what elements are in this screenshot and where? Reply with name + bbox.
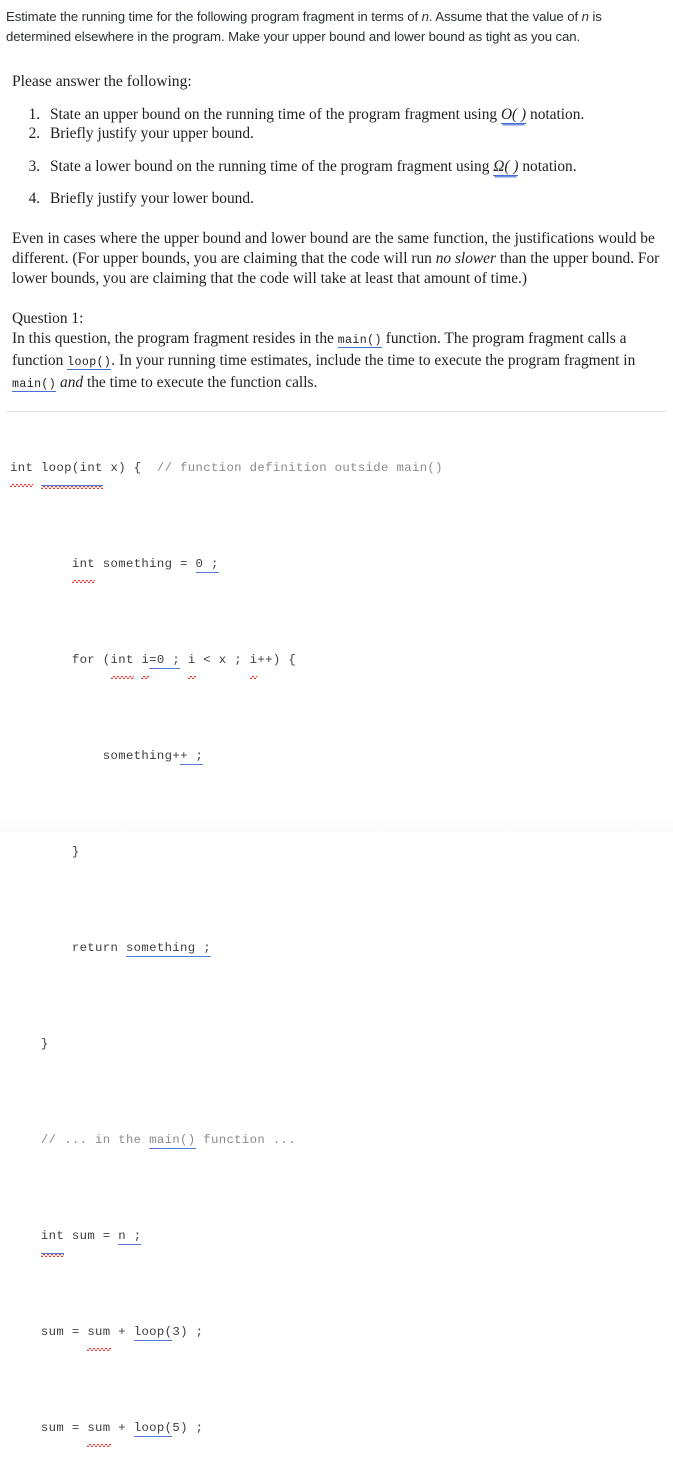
code-indent-2 [10, 557, 72, 571]
code-plus-2: + [110, 1420, 134, 1435]
code-keyword-int-4: int [40, 1220, 65, 1257]
code-call-loop-3: loop( [133, 1324, 173, 1341]
code-indent-5 [10, 845, 72, 859]
code-space-3 [134, 653, 142, 667]
code-indent-7 [10, 1037, 41, 1051]
code-something-incr-end: + ; [180, 748, 204, 765]
code-line-7: } [10, 1028, 673, 1060]
inline-code-main-2: main() [12, 377, 57, 392]
code-line-9: int sum = n ; [10, 1220, 673, 1257]
code-line-6: return something ; [10, 932, 673, 964]
question-1-pre: State an upper bound on the running time… [50, 105, 501, 123]
question1-part3: . In your running time estimates, includ… [111, 351, 636, 369]
code-return-value: something ; [125, 940, 211, 957]
bottom-fade [0, 814, 673, 832]
code-decl-something: something = [95, 556, 196, 571]
question-3-pre: State a lower bound on the running time … [50, 157, 494, 175]
question-3-notation: Ω( ) [493, 157, 519, 176]
code-var-i-2: i [187, 644, 196, 679]
code-keyword-return: return [71, 940, 126, 955]
question1-part1: In this question, the program fragment r… [12, 329, 338, 347]
code-line-2: int something = 0 ; [10, 548, 673, 583]
code-space-1 [33, 461, 41, 475]
code-indent-8 [10, 1133, 41, 1147]
question-4-pre: Briefly justify your lower bound. [50, 190, 254, 208]
inline-code-loop: loop() [67, 355, 112, 370]
code-sum-assign-2: sum = [40, 1420, 88, 1435]
code-indent-10 [10, 1325, 41, 1339]
code-var-i-1: i [141, 644, 149, 679]
code-value-n: n ; [118, 1228, 142, 1245]
lead-instruction: Please answer the following: [12, 73, 192, 90]
question1-paragraph: Question 1: In this question, the program… [12, 309, 663, 395]
intro-text-part1: Estimate the running time for the follow… [6, 9, 422, 24]
question1-part4: the time to execute the function calls. [83, 373, 318, 391]
question-1-notation: O( ) [500, 105, 527, 124]
question-item-3: State a lower bound on the running time … [44, 157, 663, 177]
code-indent-11 [10, 1421, 41, 1435]
question-3-post: notation. [518, 157, 577, 175]
code-sum-assign-1: sum = [40, 1324, 88, 1339]
code-comment-main: main() [149, 1132, 196, 1149]
code-call-loop-5-arg: 5) ; [172, 1420, 204, 1435]
code-loop-signature: loop(int [40, 452, 103, 489]
code-line-8: // ... in the main() function ... [10, 1124, 673, 1156]
code-cond-i: < x ; [195, 652, 250, 667]
code-close-brace-for: } [71, 844, 80, 859]
code-var-i-3: i [249, 644, 258, 679]
code-decl-sum: sum = [64, 1228, 119, 1243]
code-keyword-int-3: int [110, 644, 134, 679]
question1-heading: Question 1: [12, 309, 84, 327]
question-2-pre: Briefly justify your upper bound. [50, 125, 254, 143]
code-line-3: for (int i=0 ; i < x ; i++) { [10, 644, 673, 679]
code-indent-9 [10, 1229, 41, 1243]
body-content: Please answer the following: State an up… [0, 72, 673, 395]
code-indent-6 [10, 941, 72, 955]
question-1-post: notation. [526, 105, 585, 123]
inline-code-main-1: main() [337, 333, 382, 348]
code-line1-rest: x) { [102, 460, 157, 475]
code-comment-2a: // ... in the [40, 1132, 150, 1147]
code-line-4: something++ ; [10, 740, 673, 772]
intro-variable-n-1: n [421, 9, 429, 24]
code-comment-2b: function ... [195, 1132, 297, 1147]
code-line-5: } [10, 836, 673, 868]
question-item-4: Briefly justify your lower bound. [44, 189, 663, 209]
code-keyword-int-2: int [71, 548, 96, 583]
code-call-loop-3-arg: 3) ; [172, 1324, 204, 1339]
code-comment-1: // function definition outside main() [156, 460, 443, 475]
code-indent-3 [10, 653, 72, 667]
code-indent-4 [10, 749, 103, 763]
code-space-3b [180, 653, 188, 667]
intro-variable-n-2: n [581, 9, 589, 24]
code-call-loop-5: loop( [133, 1420, 173, 1437]
code-var-sum-1: sum [87, 1316, 111, 1351]
question-item-2: Briefly justify your upper bound. [44, 124, 663, 144]
code-close-brace-func: } [40, 1036, 49, 1051]
question-list: State an upper bound on the running time… [10, 105, 663, 209]
code-line-11: sum = sum + loop(5) ; [10, 1412, 673, 1447]
note-paragraph: Even in cases where the upper bound and … [12, 229, 663, 289]
code-var-sum-2: sum [87, 1412, 111, 1447]
code-something-incr: something+ [102, 748, 181, 763]
code-keyword-int: int [10, 452, 34, 487]
code-line-1: int loop(int x) { // function definition… [10, 452, 673, 489]
code-value-zero: 0 ; [195, 556, 219, 573]
code-incr-i: ++) { [257, 652, 297, 667]
code-line-10: sum = sum + loop(3) ; [10, 1316, 673, 1351]
question-item-1: State an upper bound on the running time… [44, 105, 663, 125]
intro-text-part2: . Assume that the value of [428, 9, 582, 24]
code-init-i: =0 ; [149, 652, 181, 669]
intro-paragraph: Estimate the running time for the follow… [0, 0, 673, 46]
question1-emphasis-and: and [60, 373, 84, 391]
note-emphasis-no-slower: no slower [435, 249, 496, 267]
code-plus-1: + [110, 1324, 134, 1339]
code-for-open: for ( [71, 652, 111, 667]
code-block: int loop(int x) { // function definition… [0, 412, 673, 1476]
